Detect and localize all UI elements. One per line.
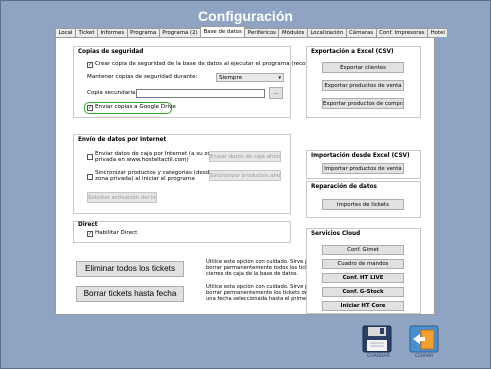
send-cash-label-2: privada en www.hosteltactil.com)	[95, 157, 189, 163]
dashboard-button[interactable]: Cuadro de mandos	[322, 259, 404, 269]
ticket-amounts-button[interactable]: Importes de tickets	[322, 199, 404, 210]
keep-copies-select[interactable]: Siempre ▾	[216, 73, 284, 82]
conf-g-stock-button[interactable]: Conf. G-Stock	[322, 287, 404, 297]
tab-ticket[interactable]: Ticket	[74, 28, 98, 37]
repair-title: Reparación de datos	[311, 184, 377, 190]
tab-bar: Local Ticket Informes Programa Programa …	[55, 26, 449, 37]
close-button[interactable]	[409, 325, 439, 353]
tab-base-de-datos[interactable]: Base de datos	[200, 26, 246, 37]
import-excel-title: Importación desde Excel (CSV)	[311, 153, 410, 159]
sync-label-2: zona privada) al iniciar el programa	[95, 176, 195, 182]
cloud-group: Servicios Cloud Conf. Gimet Cuadro de ma…	[306, 228, 421, 314]
export-clients-button[interactable]: Exportar clientes	[322, 62, 404, 73]
repair-group: Reparación de datos Importes de tickets	[306, 181, 421, 218]
delete-until-description: Utilice esta opción con cuidado. Sirve p…	[206, 284, 317, 302]
export-purchase-products-button[interactable]: Exportar productos de compra	[322, 98, 404, 109]
tab-camaras[interactable]: Cámaras	[345, 28, 377, 37]
tab-hotel[interactable]: Hotel	[427, 28, 449, 37]
enable-direct-checkbox[interactable]: ✓	[87, 231, 93, 237]
tab-conf-impresoras[interactable]: Conf. Impresoras	[375, 28, 429, 37]
delete-all-tickets-button[interactable]: Eliminar todos los tickets	[76, 261, 184, 277]
keep-copies-label: Mantener copias de seguridad durante:	[87, 74, 198, 80]
keep-copies-value: Siempre	[219, 75, 243, 81]
sync-button[interactable]: Sincronizar productos ahora	[209, 170, 281, 181]
google-drive-checkbox[interactable]: ✓	[87, 105, 93, 111]
backup-group: Copias de seguridad ✓ Crear copia de seg…	[73, 46, 334, 118]
delete-until-desc-line: una fecha seleccionada hasta el primero.	[206, 296, 313, 302]
internet-title: Envío de datos por Internet	[78, 137, 167, 143]
save-label: GUARDAR	[367, 354, 390, 359]
save-button[interactable]	[362, 325, 392, 353]
conf-ht-live-button[interactable]: Conf. HT LIVE	[322, 273, 404, 283]
tab-programa-2[interactable]: Programa (2)	[158, 28, 202, 37]
chevron-down-icon: ▾	[278, 75, 281, 81]
sync-checkbox[interactable]	[87, 174, 93, 180]
enable-direct-label: Habilitar Direct	[95, 230, 138, 236]
import-excel-group: Importación desde Excel (CSV) Importar p…	[306, 150, 421, 179]
secondary-copy-input[interactable]	[136, 89, 265, 98]
tab-perifericos[interactable]: Periféricos	[244, 28, 280, 37]
internet-group: Envío de datos por Internet Enviar datos…	[73, 134, 291, 214]
direct-group: Direct ✓ Habilitar Direct	[73, 221, 291, 243]
google-drive-label: Enviar copias a Google Drive	[95, 104, 176, 110]
floppy-disk-icon	[362, 325, 392, 353]
create-copy-label: Crear copia de seguridad de la base de d…	[95, 61, 335, 67]
export-sale-products-button[interactable]: Exportar productos de venta	[322, 80, 404, 91]
delete-all-description: Utilice esta opción con cuidado. Sirve p…	[206, 259, 321, 277]
request-activation-button[interactable]: Solicitar activación del local	[87, 192, 157, 203]
tab-modulos[interactable]: Módulos	[278, 28, 308, 37]
close-label: CERRAR	[415, 354, 434, 359]
exit-door-icon	[409, 325, 439, 353]
database-panel: Copias de seguridad ✓ Crear copia de seg…	[55, 37, 435, 315]
cloud-title: Servicios Cloud	[311, 231, 361, 237]
send-cash-checkbox[interactable]	[87, 154, 93, 160]
secondary-copy-label: Copia secundaria:	[87, 90, 138, 96]
tab-informes[interactable]: Informes	[96, 28, 128, 37]
start-ht-core-button[interactable]: Iniciar HT Core	[322, 301, 404, 311]
conf-gimet-button[interactable]: Conf. Gimet	[322, 245, 404, 255]
import-sale-products-button[interactable]: Importar productos de venta	[322, 163, 404, 174]
browse-button[interactable]: ...	[269, 87, 283, 99]
export-excel-group: Exportación a Excel (CSV) Exportar clien…	[306, 46, 421, 118]
delete-all-desc-line: cierres de caja de la base de datos.	[206, 271, 299, 277]
tab-programa[interactable]: Programa	[126, 28, 160, 37]
create-copy-checkbox[interactable]: ✓	[87, 62, 93, 68]
backup-title: Copias de seguridad	[78, 49, 144, 55]
tab-localizacion[interactable]: Localización	[306, 28, 347, 37]
tab-local[interactable]: Local	[55, 28, 76, 37]
window-title: Configuración	[198, 8, 293, 24]
export-excel-title: Exportación a Excel (CSV)	[311, 49, 394, 55]
direct-title: Direct	[78, 222, 98, 228]
send-cash-button[interactable]: Enviar datos de caja ahora	[209, 151, 281, 162]
delete-until-date-button[interactable]: Borrar tickets hasta fecha	[76, 286, 184, 302]
